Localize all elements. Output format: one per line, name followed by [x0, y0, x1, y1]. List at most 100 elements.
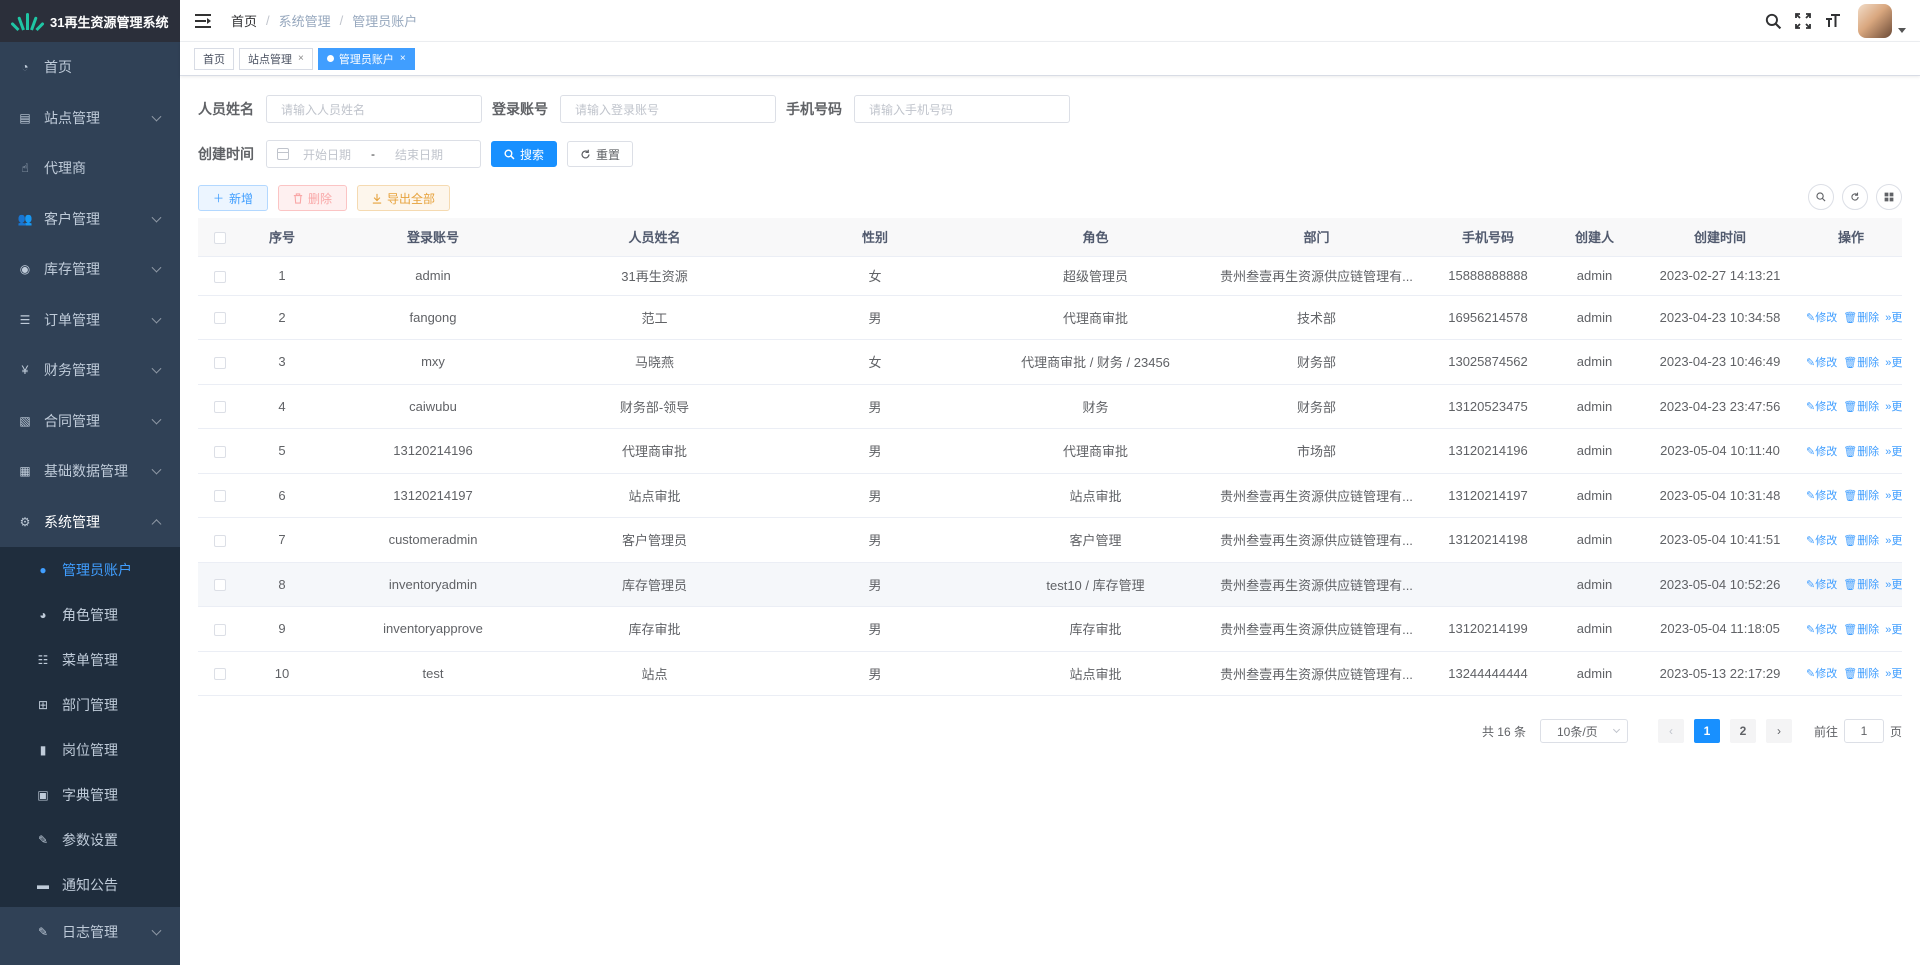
- refresh-icon[interactable]: [1842, 184, 1868, 210]
- more-button[interactable]: »更多: [1885, 532, 1902, 548]
- table-row[interactable]: 8 inventoryadmin 库存管理员男 test10 / 库存管理 贵州叁壹再生…: [198, 562, 1902, 607]
- sidebar-item-logs[interactable]: ✎ 日志管理: [0, 907, 180, 958]
- sidebar-item-5[interactable]: ☰ 订单管理: [0, 295, 180, 346]
- search-icon[interactable]: [1764, 12, 1782, 30]
- sidebar-item-2[interactable]: ☝ 代理商: [0, 143, 180, 194]
- more-button[interactable]: »更多: [1885, 665, 1902, 681]
- edit-button[interactable]: ✎修改: [1806, 309, 1837, 325]
- page-button-2[interactable]: 2: [1729, 719, 1756, 743]
- more-button[interactable]: »更多: [1885, 309, 1902, 325]
- table-row[interactable]: 6 13120214197 站点审批男站点审批 贵州叁壹再生资源供应链管理有... 13…: [198, 473, 1902, 518]
- search-button[interactable]: 搜索: [491, 141, 558, 167]
- delete-button[interactable]: 删除: [278, 185, 348, 211]
- edit-button[interactable]: ✎修改: [1806, 398, 1837, 414]
- table-row[interactable]: 2 fangong 范工男代理商审批 技术部 16956214578 admin 2023-…: [198, 295, 1902, 340]
- delete-row-button[interactable]: 🗑删除: [1843, 621, 1879, 637]
- next-page-button[interactable]: ›: [1765, 719, 1792, 743]
- table-row[interactable]: 9 inventoryapprove 库存审批男库存审批 贵州叁壹再生资源供应链管理有…: [198, 606, 1902, 652]
- tag-0[interactable]: 首页: [194, 47, 234, 70]
- more-button[interactable]: »更多: [1885, 621, 1902, 637]
- delete-row-button[interactable]: 🗑删除: [1843, 398, 1879, 414]
- edit-button[interactable]: ✎修改: [1806, 354, 1837, 370]
- chevron-down-icon[interactable]: [1898, 27, 1906, 33]
- page-button-1[interactable]: 1: [1693, 719, 1720, 743]
- sidebar-subitem-6[interactable]: ✎ 参数设置: [0, 817, 180, 862]
- row-checkbox[interactable]: [198, 384, 242, 429]
- sidebar-item-8[interactable]: ▦ 基础数据管理: [0, 446, 180, 497]
- edit-button[interactable]: ✎修改: [1806, 443, 1837, 459]
- more-button[interactable]: »更多: [1885, 576, 1902, 592]
- sidebar-subitem-5[interactable]: ▣ 字典管理: [0, 772, 180, 817]
- row-checkbox[interactable]: [198, 473, 242, 518]
- prev-page-button[interactable]: ‹: [1657, 719, 1684, 743]
- logo[interactable]: 31再生资源管理系统: [0, 0, 180, 42]
- close-icon[interactable]: ×: [298, 53, 304, 64]
- sidebar-item-4[interactable]: ◉ 库存管理: [0, 244, 180, 295]
- select-all-checkbox[interactable]: [198, 218, 242, 257]
- delete-row-button[interactable]: 🗑删除: [1843, 309, 1879, 325]
- account-input[interactable]: 请输入登录账号: [560, 95, 776, 123]
- sidebar-subitem-7[interactable]: ▬ 通知公告: [0, 862, 180, 907]
- tag-2[interactable]: 管理员账户 ×: [317, 47, 415, 70]
- date-range-picker[interactable]: 开始日期 - 结束日期: [266, 140, 481, 168]
- close-icon[interactable]: ×: [400, 53, 406, 64]
- end-date-input[interactable]: 结束日期: [395, 146, 443, 163]
- delete-row-button[interactable]: 🗑删除: [1843, 576, 1879, 592]
- sidebar-item-6[interactable]: ¥ 财务管理: [0, 345, 180, 396]
- more-button[interactable]: »更多: [1885, 487, 1902, 503]
- sidebar-subitem-2[interactable]: ☷ 菜单管理: [0, 637, 180, 682]
- fullscreen-icon[interactable]: [1794, 12, 1812, 30]
- table-row[interactable]: 4 caiwubu 财务部-领导男财务 财务部 13120523475 admin 2023…: [198, 384, 1902, 429]
- sidebar-subitem-3[interactable]: ⊞ 部门管理: [0, 682, 180, 727]
- table-row[interactable]: 5 13120214196 代理商审批男代理商审批 市场部 13120214196 adm…: [198, 428, 1902, 474]
- table-row[interactable]: 1 admin 31再生资源女超级管理员 贵州叁壹再生资源供应链管理有... 15888…: [198, 256, 1902, 296]
- more-button[interactable]: »更多: [1885, 398, 1902, 414]
- font-size-icon[interactable]: [1824, 12, 1842, 30]
- jump-page-input[interactable]: 1: [1843, 719, 1884, 743]
- name-input[interactable]: 请输入人员姓名: [266, 95, 482, 123]
- more-button[interactable]: »更多: [1885, 354, 1902, 370]
- sidebar-item-9[interactable]: ⚙ 系统管理: [0, 497, 180, 548]
- table-row[interactable]: 10 test 站点男站点审批 贵州叁壹再生资源供应链管理有... 1324444444…: [198, 651, 1902, 696]
- start-date-input[interactable]: 开始日期: [303, 146, 351, 163]
- hamburger-icon[interactable]: [195, 13, 211, 28]
- row-checkbox[interactable]: [198, 517, 242, 563]
- delete-row-button[interactable]: 🗑删除: [1843, 354, 1879, 370]
- row-checkbox[interactable]: [198, 256, 242, 296]
- table-row[interactable]: 7 customeradmin 客户管理员男客户管理 贵州叁壹再生资源供应链管理有..…: [198, 517, 1902, 563]
- add-button[interactable]: ＋ 新增: [198, 185, 269, 211]
- sidebar-item-1[interactable]: ▤ 站点管理: [0, 93, 180, 144]
- sidebar-item-7[interactable]: ▧ 合同管理: [0, 396, 180, 447]
- row-checkbox[interactable]: [198, 606, 242, 652]
- delete-row-button[interactable]: 🗑删除: [1843, 443, 1879, 459]
- sidebar-item-3[interactable]: 👥 客户管理: [0, 194, 180, 245]
- reset-button[interactable]: 重置: [567, 141, 634, 167]
- delete-row-button[interactable]: 🗑删除: [1843, 532, 1879, 548]
- columns-icon[interactable]: [1876, 184, 1902, 210]
- edit-button[interactable]: ✎修改: [1806, 487, 1837, 503]
- page-size-select[interactable]: 10条/页: [1539, 719, 1628, 743]
- row-checkbox[interactable]: [198, 651, 242, 696]
- sidebar-subitem-0[interactable]: ● 管理员账户: [0, 547, 180, 592]
- row-checkbox[interactable]: [198, 562, 242, 607]
- more-button[interactable]: »更多: [1885, 443, 1902, 459]
- breadcrumb-home[interactable]: 首页: [231, 11, 257, 30]
- sidebar-subitem-4[interactable]: ▮ 岗位管理: [0, 727, 180, 772]
- table-row[interactable]: 3 mxy 马晓燕女代理商审批 / 财务 / 23456 财务部 13025874562…: [198, 339, 1902, 385]
- toggle-search-icon[interactable]: [1808, 184, 1834, 210]
- edit-button[interactable]: ✎修改: [1806, 532, 1837, 548]
- sidebar-item-0[interactable]: ◔ 首页: [0, 42, 180, 93]
- edit-button[interactable]: ✎修改: [1806, 621, 1837, 637]
- phone-input[interactable]: 请输入手机号码: [854, 95, 1070, 123]
- row-checkbox[interactable]: [198, 428, 242, 474]
- row-checkbox[interactable]: [198, 295, 242, 340]
- tag-1[interactable]: 站点管理 ×: [239, 47, 313, 70]
- export-button[interactable]: 导出全部: [357, 185, 451, 211]
- edit-button[interactable]: ✎修改: [1806, 665, 1837, 681]
- delete-row-button[interactable]: 🗑删除: [1843, 665, 1879, 681]
- sidebar-subitem-1[interactable]: ◕ 角色管理: [0, 592, 180, 637]
- avatar[interactable]: [1858, 4, 1892, 38]
- row-checkbox[interactable]: [198, 339, 242, 385]
- delete-row-button[interactable]: 🗑删除: [1843, 487, 1879, 503]
- edit-button[interactable]: ✎修改: [1806, 576, 1837, 592]
